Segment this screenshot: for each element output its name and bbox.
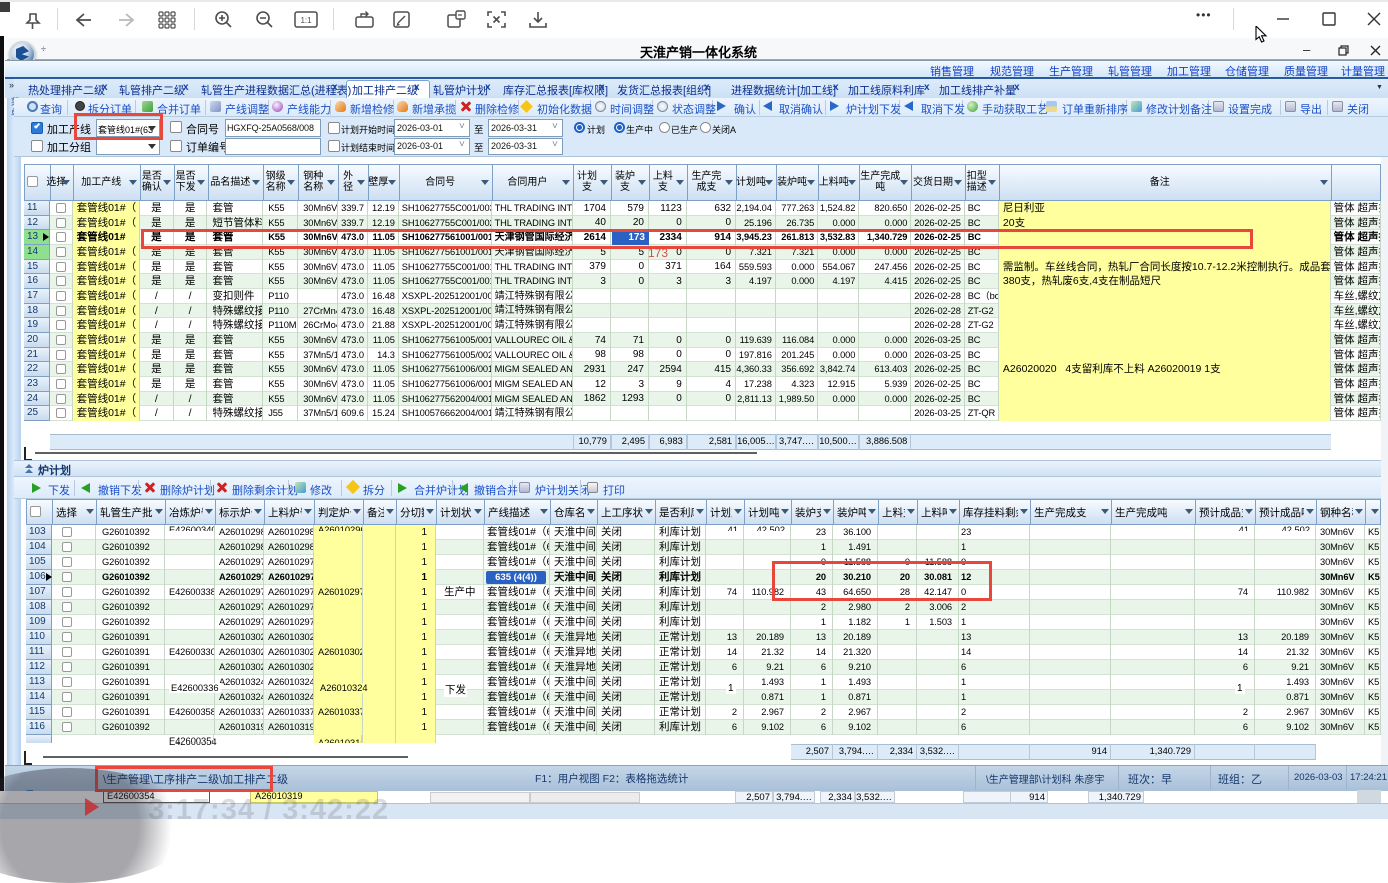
svg-text:1:1: 1:1 <box>300 16 312 25</box>
